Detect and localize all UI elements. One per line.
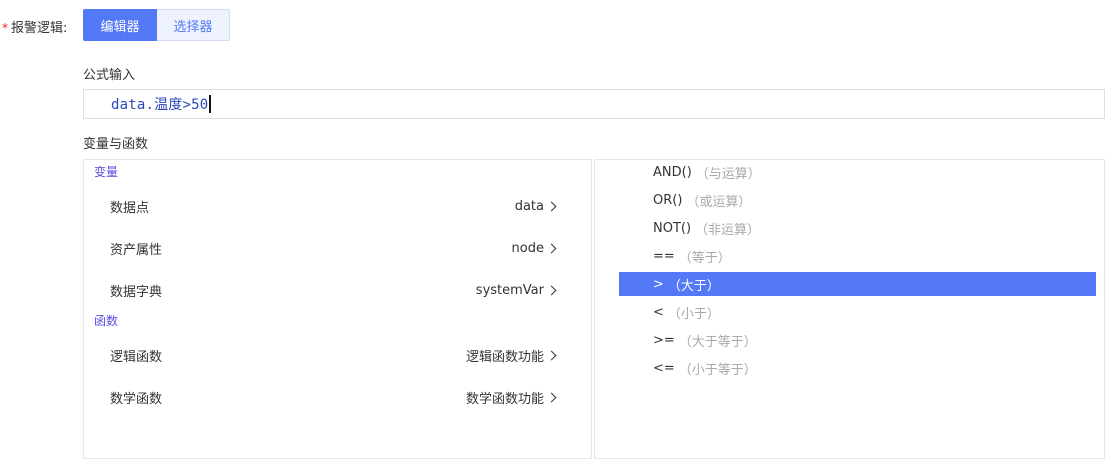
variable-item-value: data bbox=[514, 198, 544, 214]
function-item-value: 数学函数功能 bbox=[465, 391, 544, 407]
variable-item-node[interactable]: 资产属性 node bbox=[110, 237, 557, 259]
formula-value: data.温度>50 bbox=[111, 97, 209, 113]
variable-item-value: node bbox=[511, 240, 544, 256]
function-item-logic[interactable]: 逻辑函数 逻辑函数功能 bbox=[110, 344, 557, 366]
operator-desc: （或运算） bbox=[686, 194, 752, 210]
operator-desc: （等于） bbox=[678, 250, 731, 266]
operator-desc: （大于） bbox=[667, 278, 720, 294]
mode-editor-button[interactable]: 编辑器 bbox=[83, 9, 157, 41]
functions-group-title: 函数 bbox=[94, 314, 119, 328]
mode-selector-button[interactable]: 选择器 bbox=[157, 9, 230, 41]
operator-item-less-equal[interactable]: <= （小于等于） bbox=[619, 356, 1096, 380]
operator-name: OR() bbox=[653, 192, 683, 208]
function-item-name: 数学函数 bbox=[110, 391, 163, 407]
operator-name: >= bbox=[653, 332, 675, 348]
variable-item-name: 数据字典 bbox=[110, 284, 163, 300]
alarm-logic-label-text: 报警逻辑: bbox=[11, 21, 68, 36]
operator-name: <= bbox=[653, 360, 675, 376]
operator-item-equal[interactable]: == （等于） bbox=[619, 244, 1096, 268]
variable-item-name: 资产属性 bbox=[110, 242, 163, 258]
variables-group-title: 变量 bbox=[94, 165, 119, 179]
variable-item-data[interactable]: 数据点 data bbox=[110, 195, 557, 217]
operator-list-panel: AND() （与运算） OR() （或运算） NOT() （非运算） == （等于） >… bbox=[594, 159, 1105, 459]
variable-item-value: systemVar bbox=[475, 282, 544, 298]
variable-function-panel: 变量 数据点 data 资产属性 node 数据字典 systemVar 函数 … bbox=[83, 159, 592, 459]
operator-name: NOT() bbox=[653, 220, 692, 236]
formula-title: 公式输入 bbox=[83, 68, 136, 83]
function-item-value: 逻辑函数功能 bbox=[465, 349, 544, 365]
required-mark: * bbox=[2, 21, 8, 35]
operator-name: > bbox=[653, 276, 664, 292]
function-item-math[interactable]: 数学函数 数学函数功能 bbox=[110, 386, 557, 408]
chevron-right-icon bbox=[546, 285, 557, 295]
chevron-right-icon bbox=[546, 201, 557, 211]
operator-item-and[interactable]: AND() （与运算） bbox=[619, 160, 1096, 184]
operator-desc: （小于等于） bbox=[678, 362, 757, 378]
operator-desc: （大于等于） bbox=[678, 334, 757, 350]
operator-name: == bbox=[653, 248, 675, 264]
operator-name: AND() bbox=[653, 164, 692, 180]
chevron-right-icon bbox=[546, 350, 557, 360]
operator-item-or[interactable]: OR() （或运算） bbox=[619, 188, 1096, 212]
chevron-right-icon bbox=[546, 392, 557, 402]
formula-input[interactable]: data.温度>50 bbox=[83, 89, 1105, 119]
operator-desc: （小于） bbox=[667, 306, 720, 322]
alarm-logic-label: * 报警逻辑: bbox=[2, 17, 67, 36]
vars-funcs-title: 变量与函数 bbox=[83, 137, 149, 152]
operator-item-less[interactable]: < （小于） bbox=[619, 300, 1096, 324]
operator-name: < bbox=[653, 304, 664, 320]
operator-item-not[interactable]: NOT() （非运算） bbox=[619, 216, 1096, 240]
chevron-right-icon bbox=[546, 243, 557, 253]
operator-desc: （与运算） bbox=[695, 166, 761, 182]
operator-item-greater[interactable]: > （大于） bbox=[619, 272, 1096, 296]
variable-item-name: 数据点 bbox=[110, 200, 150, 216]
operator-item-greater-equal[interactable]: >= （大于等于） bbox=[619, 328, 1096, 352]
function-item-name: 逻辑函数 bbox=[110, 349, 163, 365]
operator-desc: （非运算） bbox=[695, 222, 761, 238]
variable-item-systemvar[interactable]: 数据字典 systemVar bbox=[110, 279, 557, 301]
text-caret bbox=[209, 95, 212, 113]
